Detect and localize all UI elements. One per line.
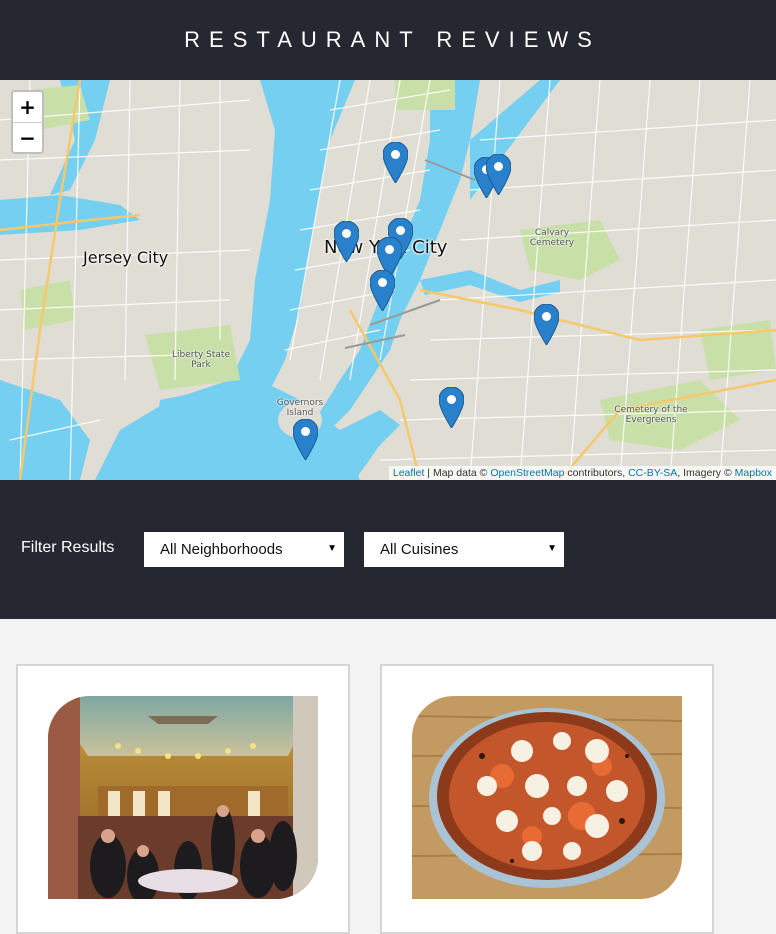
site-title: RESTAURANT REVIEWS — [184, 27, 601, 52]
neighborhoods-selected-value: All Neighborhoods — [160, 541, 283, 558]
map-marker-icon[interactable] — [383, 142, 408, 183]
dropdown-arrow-icon: ▼ — [547, 543, 557, 554]
map-marker-icon[interactable] — [439, 387, 464, 428]
license-link[interactable]: CC-BY-SA — [628, 467, 677, 479]
filter-label: Filter Results — [21, 539, 115, 556]
neighborhoods-select[interactable]: All Neighborhoods ▼ — [144, 532, 344, 567]
cuisines-selected-value: All Cuisines — [380, 541, 459, 558]
map-marker-icon[interactable] — [334, 221, 359, 262]
map-label-jersey-city: Jersey City — [83, 248, 169, 267]
site-header: RESTAURANT REVIEWS — [0, 0, 776, 80]
cuisines-select[interactable]: All Cuisines ▼ — [364, 532, 564, 567]
zoom-out-button[interactable]: − — [13, 122, 42, 152]
map-marker-icon[interactable] — [486, 154, 511, 195]
map-label-cemetery-evergreens: Cemetery of the Evergreens — [614, 405, 688, 425]
map-marker-icon[interactable] — [370, 270, 395, 311]
zoom-in-button[interactable]: + — [13, 92, 42, 122]
map-marker-icon[interactable] — [293, 419, 318, 460]
restaurant-photo — [412, 696, 682, 899]
map-label-governors-island: Governors Island — [276, 398, 324, 418]
openstreetmap-link[interactable]: OpenStreetMap — [490, 467, 564, 479]
map-attribution: Leaflet | Map data © OpenStreetMap contr… — [388, 466, 776, 480]
restaurant-card — [380, 664, 714, 934]
dropdown-arrow-icon: ▼ — [327, 543, 337, 554]
attribution-text: contributors, — [564, 467, 629, 479]
mapbox-link[interactable]: Mapbox — [735, 467, 772, 479]
attribution-text: , Imagery © — [677, 467, 735, 479]
restaurant-photo — [48, 696, 318, 899]
restaurant-card — [16, 664, 350, 934]
map[interactable]: + − Jersey City New York City Liberty St… — [0, 80, 776, 480]
leaflet-link[interactable]: Leaflet — [393, 467, 425, 479]
map-label-liberty-state-park: Liberty State Park — [171, 350, 230, 370]
attribution-text: | Map data © — [424, 467, 491, 479]
zoom-control: + − — [11, 90, 44, 154]
map-label-calvary-cemetery: Calvary Cemetery — [529, 228, 575, 248]
map-marker-icon[interactable] — [534, 304, 559, 345]
